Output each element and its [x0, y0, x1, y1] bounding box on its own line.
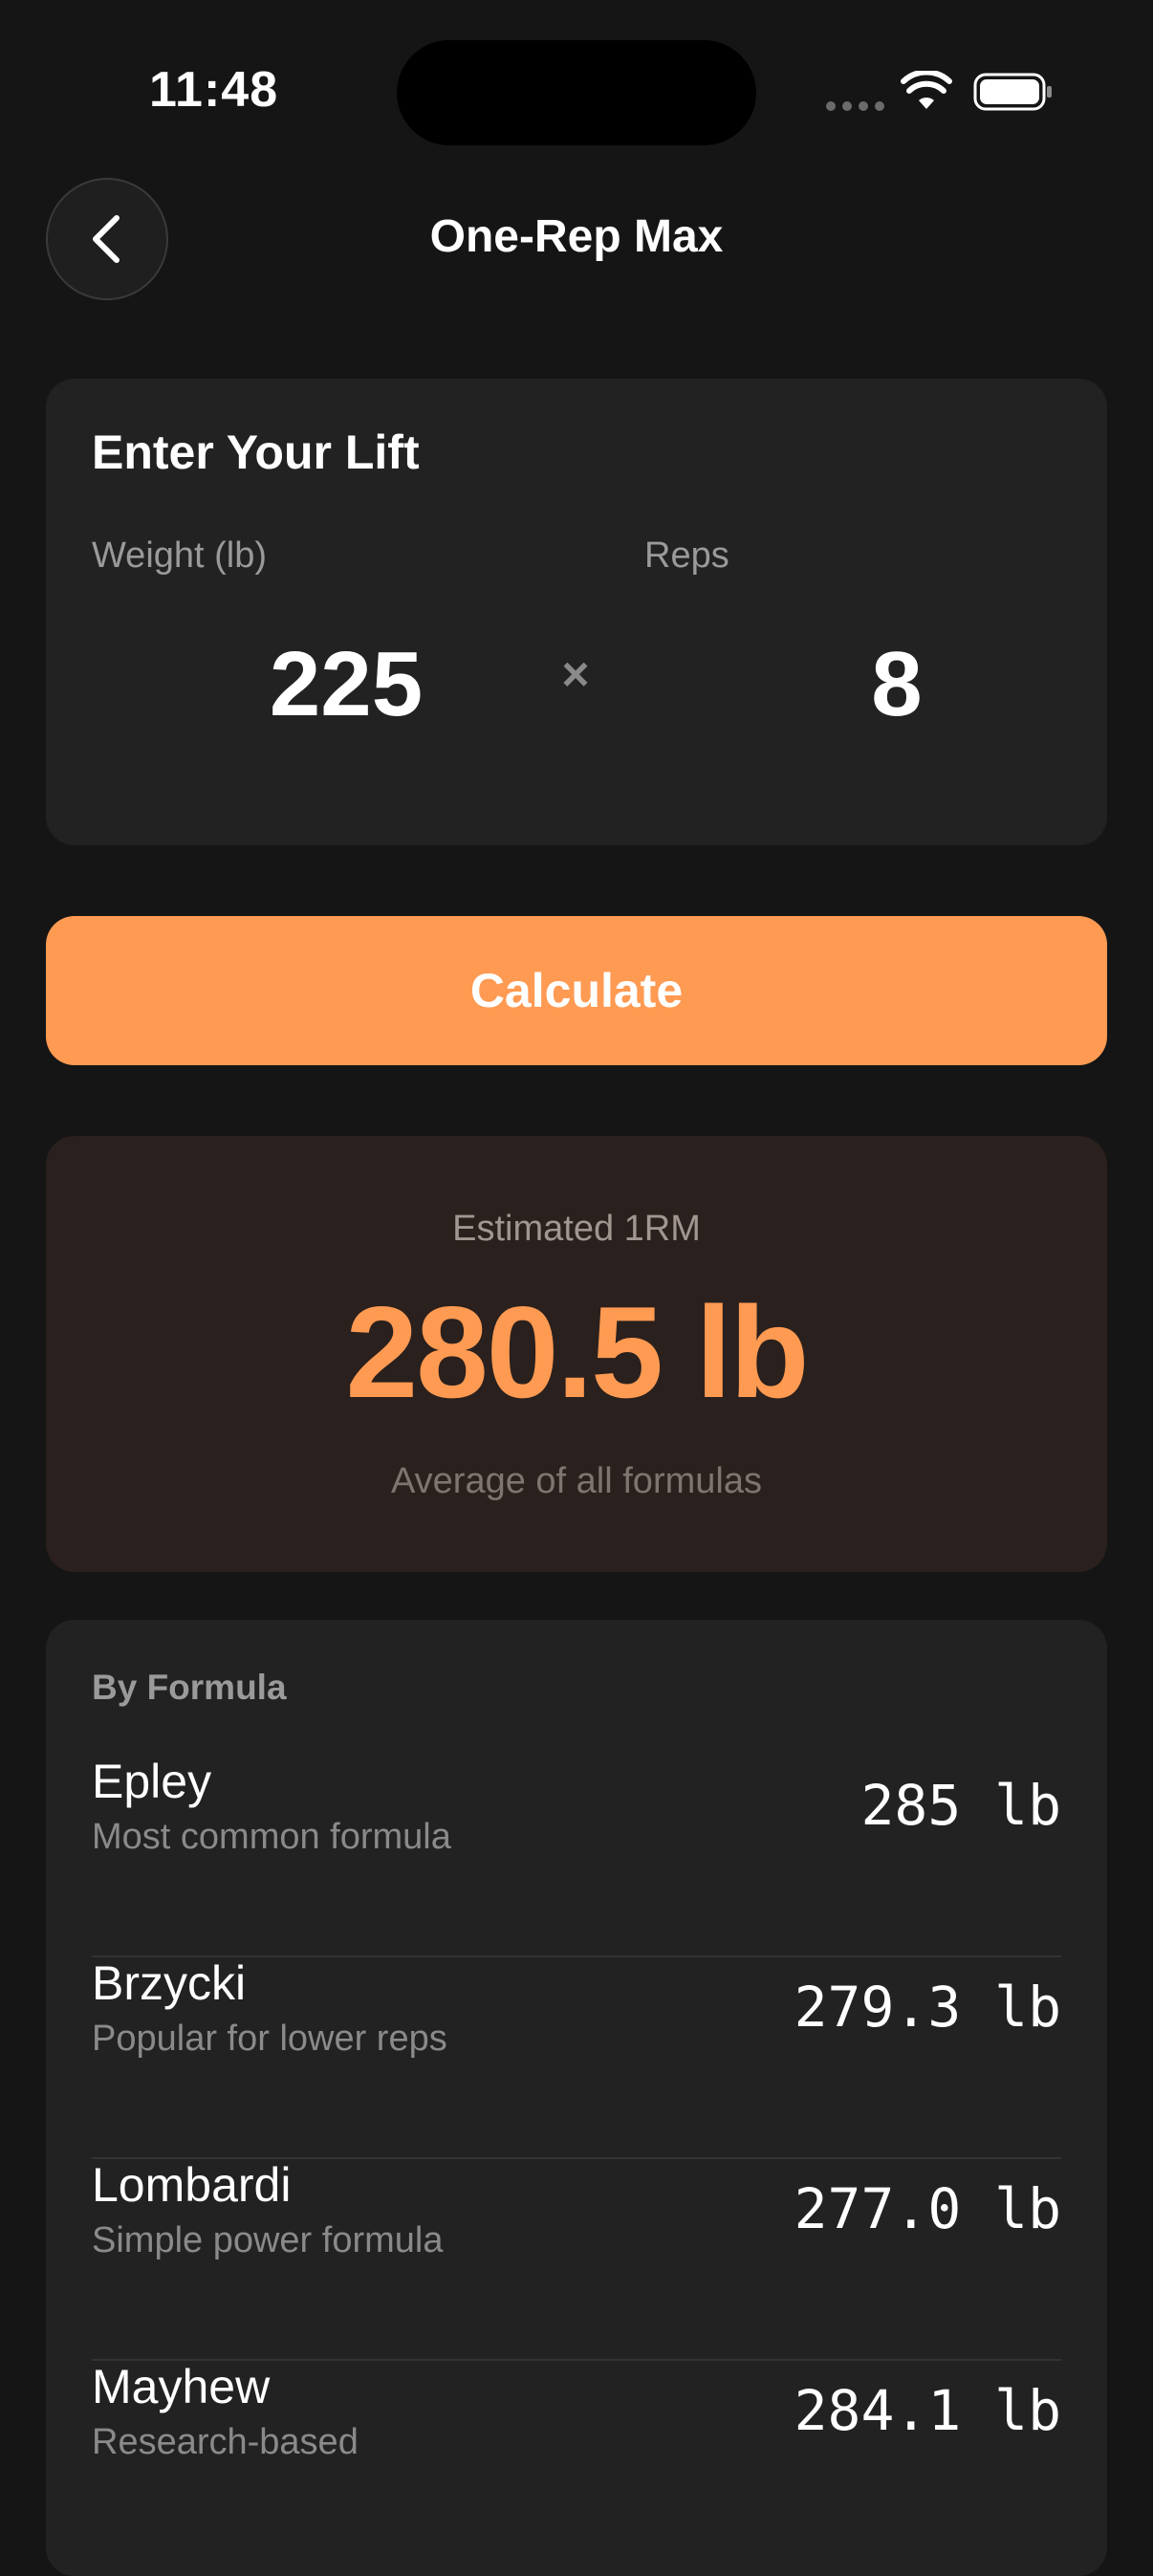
result-value: 280.5 lb: [345, 1279, 810, 1425]
formula-value: 284.1 lb: [794, 2378, 1061, 2443]
result-label: Estimated 1RM: [452, 1209, 701, 1249]
input-card-heading: Enter Your Lift: [92, 426, 420, 479]
cellular-signal-icon: [826, 101, 884, 111]
status-bar: 11:48: [0, 0, 1153, 182]
estimated-1rm-card: Estimated 1RM 280.5 lb Average of all fo…: [46, 1136, 1107, 1572]
formula-name: Epley: [92, 1755, 212, 1808]
battery-icon: [973, 73, 1052, 111]
formula-value: 285 lb: [860, 1773, 1061, 1838]
formula-name: Brzycki: [92, 1956, 247, 2010]
formula-row-brzycki: Brzycki Popular for lower reps 279.3 lb: [92, 1955, 1061, 2159]
formula-name: Lombardi: [92, 2158, 292, 2212]
formula-value: 277.0 lb: [794, 2176, 1061, 2241]
formula-row-epley: Epley Most common formula 285 lb: [92, 1754, 1061, 1957]
status-time: 11:48: [149, 62, 279, 118]
formula-name: Mayhew: [92, 2360, 271, 2413]
formula-row-mayhew: Mayhew Research-based 284.1 lb: [92, 2359, 1061, 2561]
formula-description: Most common formula: [92, 1817, 451, 1857]
formula-description: Popular for lower reps: [92, 2019, 447, 2059]
calculate-button[interactable]: Calculate: [46, 916, 1107, 1065]
lift-input-card: Enter Your Lift Weight (lb) Reps 225 × 8: [46, 379, 1107, 845]
result-note: Average of all formulas: [391, 1461, 762, 1501]
formula-heading: By Formula: [92, 1668, 287, 1707]
page-title: One-Rep Max: [429, 211, 724, 262]
formula-description: Research-based: [92, 2422, 359, 2462]
formula-description: Simple power formula: [92, 2220, 444, 2260]
formula-card: By Formula Epley Most common formula 285…: [46, 1620, 1107, 2576]
formula-value: 279.3 lb: [794, 1975, 1061, 2040]
dynamic-island: [397, 40, 756, 145]
reps-label: Reps: [644, 535, 729, 576]
wifi-icon: [901, 71, 952, 109]
formula-row-lombardi: Lombardi Simple power formula 277.0 lb: [92, 2157, 1061, 2361]
multiply-icon: ×: [561, 647, 590, 701]
weight-input[interactable]: 225: [203, 639, 489, 731]
reps-input[interactable]: 8: [753, 639, 1040, 731]
weight-label: Weight (lb): [92, 535, 268, 576]
